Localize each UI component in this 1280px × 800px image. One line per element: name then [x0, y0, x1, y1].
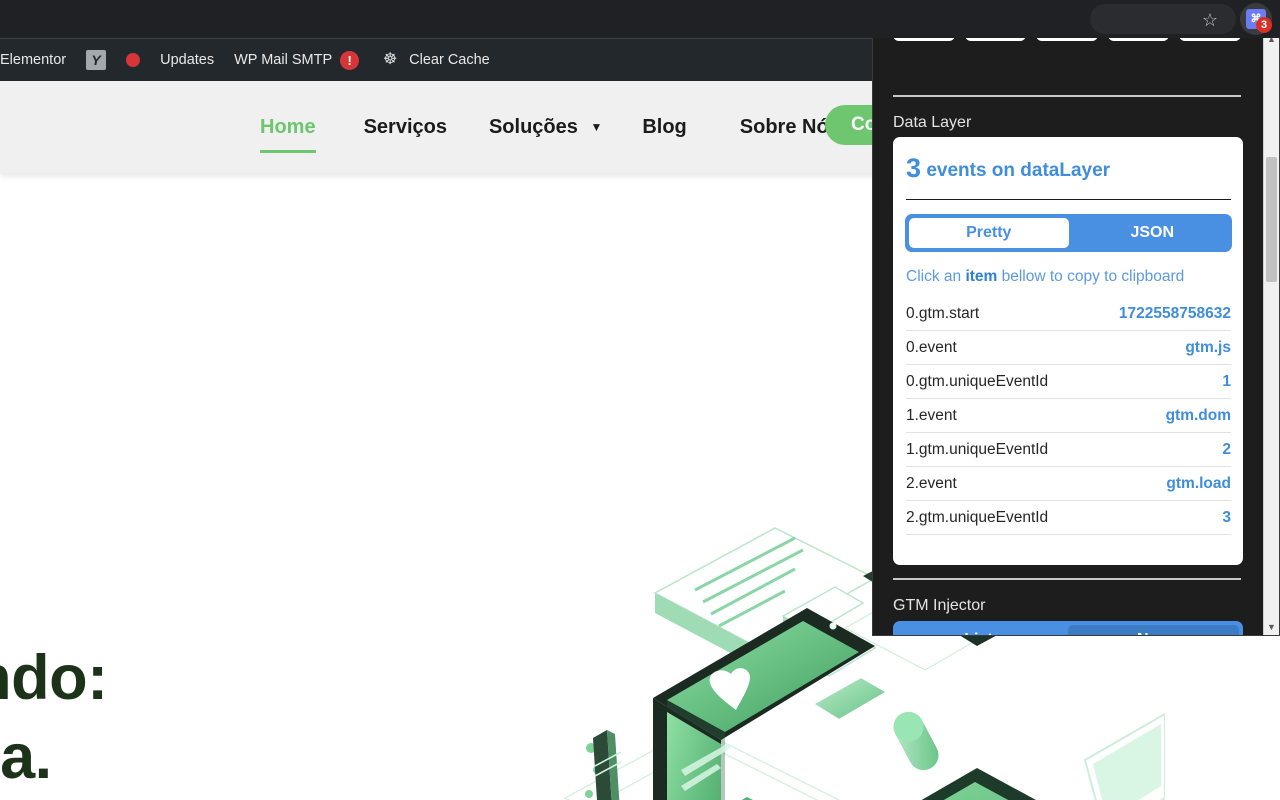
event-key: 1.gtm.uniqueEventId [906, 440, 1049, 458]
adminbar-item-yoast[interactable]: Y [76, 39, 116, 82]
table-row[interactable]: 0.gtm.start 1722558758632 [906, 297, 1231, 331]
chevron-down-icon: ▼ [590, 120, 603, 135]
hero-heading-line-1: r esperando: [0, 643, 108, 713]
event-value: gtm.dom [1165, 406, 1231, 424]
event-key: 1.event [906, 406, 957, 424]
event-value: 1 [1222, 372, 1231, 390]
adminbar-item-label: Clear Cache [409, 52, 490, 68]
adminbar-item-updates[interactable]: Updates [150, 39, 224, 82]
events-count-headline: 3 events on dataLayer [906, 153, 1110, 184]
adminbar-item-label: Elementor [0, 52, 67, 68]
copy-hint-text: Click an item bellow to copy to clipboar… [906, 268, 1184, 286]
table-row[interactable]: 1.gtm.uniqueEventId 2 [906, 433, 1231, 467]
injector-list-button[interactable]: List [893, 621, 1064, 635]
adminbar-item-label: WP Mail SMTP [234, 52, 333, 68]
scrollbar-thumb[interactable] [1266, 157, 1277, 282]
events-count: 3 [906, 153, 922, 183]
yoast-icon: Y [86, 50, 107, 70]
data-layer-card: 3 events on dataLayer Pretty JSON Click … [893, 137, 1243, 565]
event-value: gtm.js [1185, 338, 1231, 356]
nav-item-home[interactable]: Home [260, 115, 316, 153]
nav-item-label: Blog [642, 115, 687, 138]
data-layer-event-table: 0.gtm.start 1722558758632 0.event gtm.js… [906, 297, 1231, 535]
divider [893, 95, 1241, 97]
table-row[interactable]: 2.gtm.uniqueEventId 3 [906, 501, 1231, 535]
copy-hint-post: bellow to copy to clipboard [997, 268, 1185, 285]
nav-item-label: Serviços [363, 115, 447, 138]
adminbar-item-label: Updates [160, 52, 215, 68]
hero-heading-line-2: jeto à vida. [0, 721, 52, 792]
table-row[interactable]: 0.gtm.uniqueEventId 1 [906, 365, 1231, 399]
nav-item-label: Home [260, 115, 316, 138]
event-key: 2.gtm.uniqueEventId [906, 508, 1049, 526]
copy-hint-pre: Click an [906, 268, 966, 285]
nav-active-underline [260, 149, 316, 153]
data-layer-section-title: Data Layer [893, 114, 972, 131]
nav-item-label: Soluções [488, 115, 578, 138]
gtm-extension-popup: Data Layer 3 events on dataLayer Pretty … [872, 28, 1280, 636]
adminbar-item-notice[interactable] [116, 39, 150, 82]
copy-hint-emphasis: item [965, 268, 998, 285]
event-key: 0.gtm.uniqueEventId [906, 372, 1049, 390]
popup-scrollbar[interactable]: ▲ ▼ [1263, 29, 1279, 635]
injector-toggle[interactable]: List New [893, 621, 1243, 635]
injector-new-button[interactable]: New [1068, 625, 1239, 635]
divider [893, 578, 1241, 580]
adminbar-item-elementor[interactable]: Elementor [0, 39, 76, 82]
bookmark-star-icon[interactable]: ☆ [1200, 10, 1220, 30]
adminbar-item-clear-cache[interactable]: ☸ Clear Cache [369, 39, 500, 82]
events-count-suffix: events on dataLayer [926, 160, 1111, 181]
browser-chrome: ☆ ⌘ 3 [0, 0, 1280, 38]
rocket-icon: ☸ [382, 51, 398, 68]
table-row[interactable]: 2.event gtm.load [906, 467, 1231, 501]
event-key: 0.gtm.start [906, 304, 980, 322]
event-value: gtm.load [1166, 474, 1231, 492]
nav-item-blog[interactable]: Blog [642, 116, 686, 139]
event-key: 0.event [906, 338, 957, 356]
hero-heading: r esperando: jeto à vida. [0, 639, 492, 797]
format-toggle-pretty[interactable]: Pretty [909, 218, 1069, 248]
table-row[interactable]: 1.event gtm.dom [906, 399, 1231, 433]
event-key: 2.event [906, 474, 957, 492]
event-value: 2 [1222, 440, 1231, 458]
adminbar-item-wp-mail-smtp[interactable]: WP Mail SMTP ! [224, 39, 369, 82]
divider [906, 199, 1231, 200]
alert-badge-icon: ! [340, 50, 360, 70]
scroll-down-icon[interactable]: ▼ [1264, 619, 1279, 635]
nav-item-servicos[interactable]: Serviços [364, 116, 447, 139]
gtm-injector-section-title: GTM Injector [893, 597, 986, 614]
extension-toolbar-button[interactable]: ⌘ 3 [1240, 3, 1272, 35]
event-value: 3 [1222, 508, 1231, 526]
table-row[interactable]: 0.event gtm.js [906, 331, 1231, 365]
popup-content: Data Layer 3 events on dataLayer Pretty … [873, 29, 1259, 635]
nav-item-solucoes[interactable]: Soluções ▼ [489, 116, 602, 139]
format-toggle[interactable]: Pretty JSON [905, 214, 1232, 252]
red-dot-icon [126, 53, 141, 67]
event-value: 1722558758632 [1118, 304, 1231, 322]
extension-badge-count: 3 [1256, 17, 1272, 33]
format-toggle-json[interactable]: JSON [1073, 214, 1233, 252]
